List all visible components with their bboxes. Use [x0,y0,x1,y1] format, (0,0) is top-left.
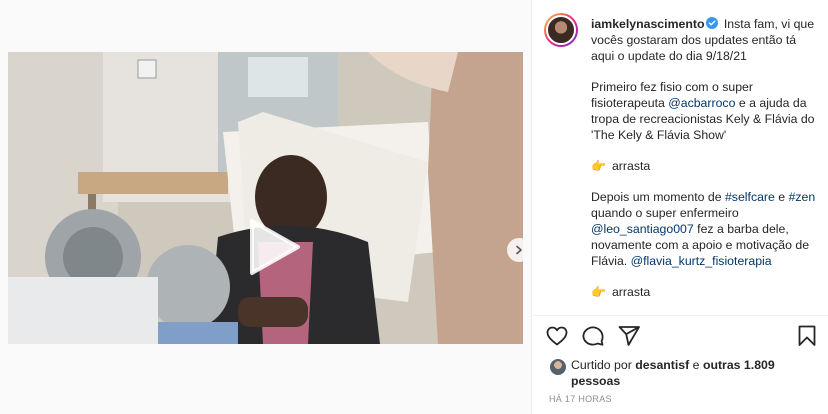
caption-paragraph-3: 👉 arrasta [591,158,819,174]
action-bar [545,324,820,352]
play-icon[interactable] [248,218,302,276]
username-link[interactable]: iamkelynascimento [591,17,704,31]
instagram-post: iamkelynascimento Insta fam, vi que você… [0,0,828,414]
post-sidebar: iamkelynascimento Insta fam, vi que você… [533,0,828,414]
caption-text: e [774,190,789,204]
chevron-right-icon [516,245,522,255]
caption-text: arrasta [611,159,651,173]
verified-badge-icon [706,17,719,29]
divider [533,315,828,316]
post-timestamp[interactable]: HÁ 17 HORAS [549,394,612,404]
likes-text: Curtido por desantisf e outras 1.809 pes… [571,357,811,389]
paper-plane-icon[interactable] [617,324,641,348]
pointing-hand-icon: 👉 [591,285,606,299]
caption-text: Depois um momento de [591,190,725,204]
liker-username-link[interactable]: desantisf [635,358,689,372]
likes-middle: e [689,358,703,372]
mention-link[interactable]: @flavia_kurtz_fisioterapia [631,254,772,268]
hashtag-link[interactable]: #zen [789,190,816,204]
caption-paragraph-2: Primeiro fez fisio com o super fisiotera… [591,79,819,143]
profile-avatar[interactable] [544,13,578,47]
video-player[interactable] [8,52,523,344]
mention-link[interactable]: @leo_santiago007 [591,222,694,236]
caption-text: quando o super enfermeiro [591,206,739,220]
caption-paragraph-1: iamkelynascimento Insta fam, vi que você… [591,16,819,64]
liker-avatar[interactable] [549,358,567,376]
comment-icon[interactable] [581,324,605,348]
mention-link[interactable]: @acbarroco [668,96,735,110]
avatar-image [546,15,576,45]
media-area [0,0,532,414]
video-frame [8,52,523,344]
caption-paragraph-4: Depois um momento de #selfcare e #zen qu… [591,189,819,269]
pointing-hand-icon: 👉 [591,159,606,173]
bookmark-icon[interactable] [795,324,819,348]
caption-paragraph-5: 👉 arrasta [591,284,819,300]
hashtag-link[interactable]: #selfcare [725,190,775,204]
heart-icon[interactable] [545,324,569,348]
post-caption: iamkelynascimento Insta fam, vi que você… [591,16,819,315]
caption-text: arrasta [611,285,651,299]
likes-prefix: Curtido por [571,358,636,372]
